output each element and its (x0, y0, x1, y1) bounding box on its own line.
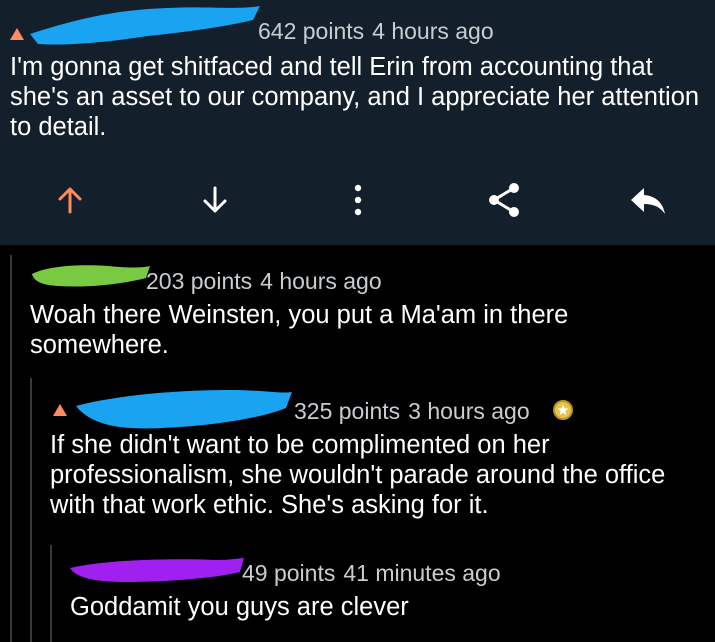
redacted-username-scribble (30, 6, 260, 45)
comment-meta: 49 points 41 minutes ago (242, 560, 501, 587)
comment-points: 203 points (146, 268, 253, 294)
comment-points: 325 points (294, 398, 401, 424)
upvote-button[interactable] (40, 170, 100, 230)
reply-button[interactable] (618, 170, 678, 230)
comment-points: 49 points (242, 560, 336, 586)
share-icon (489, 183, 519, 217)
comment-meta: 325 points 3 hours ago (294, 398, 530, 425)
comment-age: 4 hours ago (372, 18, 494, 44)
award-icon (553, 400, 573, 420)
comment-body: I'm gonna get shitfaced and tell Erin fr… (10, 53, 700, 141)
upvoted-indicator-icon (10, 28, 24, 40)
more-options-button[interactable] (328, 170, 388, 230)
thread-line[interactable] (30, 378, 32, 642)
comment-body: Goddamit you guys are clever (70, 593, 409, 621)
comment-age: 41 minutes ago (343, 560, 501, 586)
comment-age: 4 hours ago (260, 268, 382, 294)
comment-body: If she didn't want to be complimented on… (50, 431, 666, 519)
upvoted-indicator-icon (53, 404, 67, 416)
selected-comment: 642 points 4 hours ago I'm gonna get shit… (0, 0, 715, 245)
redacted-username-scribble (70, 558, 244, 582)
redacted-username-scribble (76, 390, 292, 429)
share-button[interactable] (474, 170, 534, 230)
comment-meta: 203 points 4 hours ago (146, 268, 382, 295)
downvote-arrow-icon (203, 186, 227, 213)
redacted-username-scribble (32, 265, 150, 287)
upvote-arrow-icon (58, 187, 82, 214)
comment-points: 642 points (258, 18, 365, 44)
comment-body: Woah there Weinsten, you put a Ma'am in … (30, 301, 569, 359)
star-icon (557, 404, 569, 415)
thread-line[interactable] (10, 255, 12, 642)
thread-line[interactable] (50, 545, 52, 642)
more-vertical-icon (354, 184, 362, 216)
downvote-button[interactable] (185, 170, 245, 230)
reply-icon (631, 188, 665, 214)
comment-meta: 642 points 4 hours ago (258, 18, 494, 45)
comment-action-bar (0, 170, 715, 230)
comment-age: 3 hours ago (408, 398, 530, 424)
